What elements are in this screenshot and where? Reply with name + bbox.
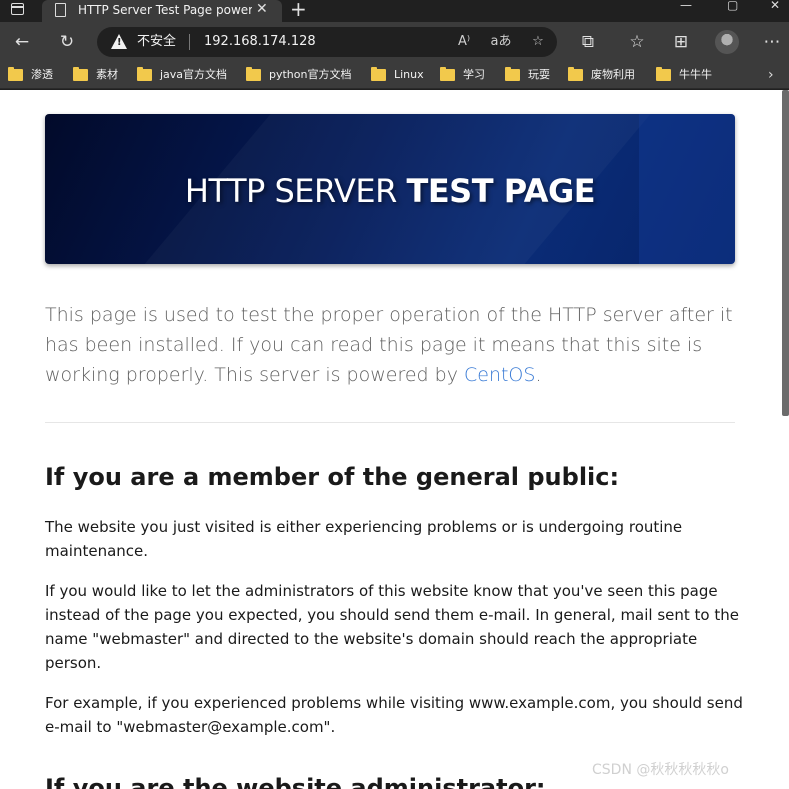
tab-active[interactable]: HTTP Server Test Page powered by CentOS … (42, 0, 282, 22)
folder-icon (505, 67, 520, 81)
centos-link[interactable]: CentOS (464, 364, 535, 386)
chevron-right-icon[interactable]: › (768, 66, 774, 84)
page-icon (55, 3, 66, 17)
extensions-icon[interactable]: ⧉ (576, 30, 600, 54)
translate-icon[interactable]: aあ (490, 31, 512, 53)
minimize-icon[interactable]: — (680, 0, 692, 11)
page-banner: HTTP SERVER TEST PAGE (45, 114, 735, 264)
watermark: CSDN @秋秋秋秋秋o (592, 762, 729, 778)
intro-paragraph: This page is used to test the proper ope… (45, 304, 733, 386)
read-aloud-icon[interactable]: A⁾ (453, 31, 475, 53)
folder-icon (246, 67, 261, 81)
browser-window: HTTP Server Test Page powered by CentOS … (0, 0, 789, 789)
toolbar: ← ↻ 不安全 192.168.174.128 A⁾ aあ ☆ ⧉ ☆ ⊞ ⋯ (0, 22, 789, 62)
close-window-icon[interactable]: ✕ (770, 0, 780, 11)
paragraph: The website you just visited is either e… (45, 518, 683, 560)
security-label[interactable]: 不安全 (137, 33, 176, 51)
url-text[interactable]: 192.168.174.128 (204, 33, 316, 51)
workspaces-icon[interactable] (8, 2, 28, 18)
maximize-icon[interactable]: ▢ (727, 0, 738, 11)
tab-strip: HTTP Server Test Page powered by CentOS … (0, 0, 789, 22)
paragraph: For example, if you experienced problems… (45, 694, 743, 736)
folder-icon (8, 67, 23, 81)
folder-icon (440, 67, 455, 81)
folder-icon (73, 67, 88, 81)
collections-icon[interactable]: ⊞ (669, 30, 693, 54)
bookmarks-bar: 渗透 素材 java官方文档 python官方文档 Linux 学习 玩耍 废物… (0, 62, 789, 89)
close-icon[interactable]: ✕ (256, 1, 268, 17)
warning-icon[interactable] (111, 34, 127, 49)
folder-icon (137, 67, 152, 81)
profile-avatar[interactable] (715, 30, 739, 54)
page-viewport: HTTP SERVER TEST PAGE This page is used … (0, 90, 789, 789)
scrollbar[interactable] (781, 90, 789, 789)
tab-title: HTTP Server Test Page powered by CentOS (78, 3, 252, 17)
favorites-icon[interactable]: ☆ (625, 30, 649, 54)
section-heading: If you are a member of the general publi… (45, 463, 620, 491)
address-bar[interactable]: 不安全 192.168.174.128 A⁾ aあ ☆ (97, 27, 557, 57)
paragraph: If you would like to let the administrat… (45, 582, 739, 672)
banner-heading: HTTP SERVER TEST PAGE (184, 172, 596, 210)
separator (189, 34, 190, 50)
folder-icon (371, 67, 386, 81)
folder-icon (568, 67, 583, 81)
add-favorite-icon[interactable]: ☆ (527, 31, 549, 53)
divider (45, 422, 735, 423)
more-menu-icon[interactable]: ⋯ (760, 30, 784, 54)
back-icon[interactable]: ← (10, 30, 34, 54)
folder-icon (656, 67, 671, 81)
new-tab-icon[interactable]: + (290, 0, 307, 19)
scrollbar-thumb[interactable] (782, 90, 789, 416)
refresh-icon[interactable]: ↻ (55, 30, 79, 54)
